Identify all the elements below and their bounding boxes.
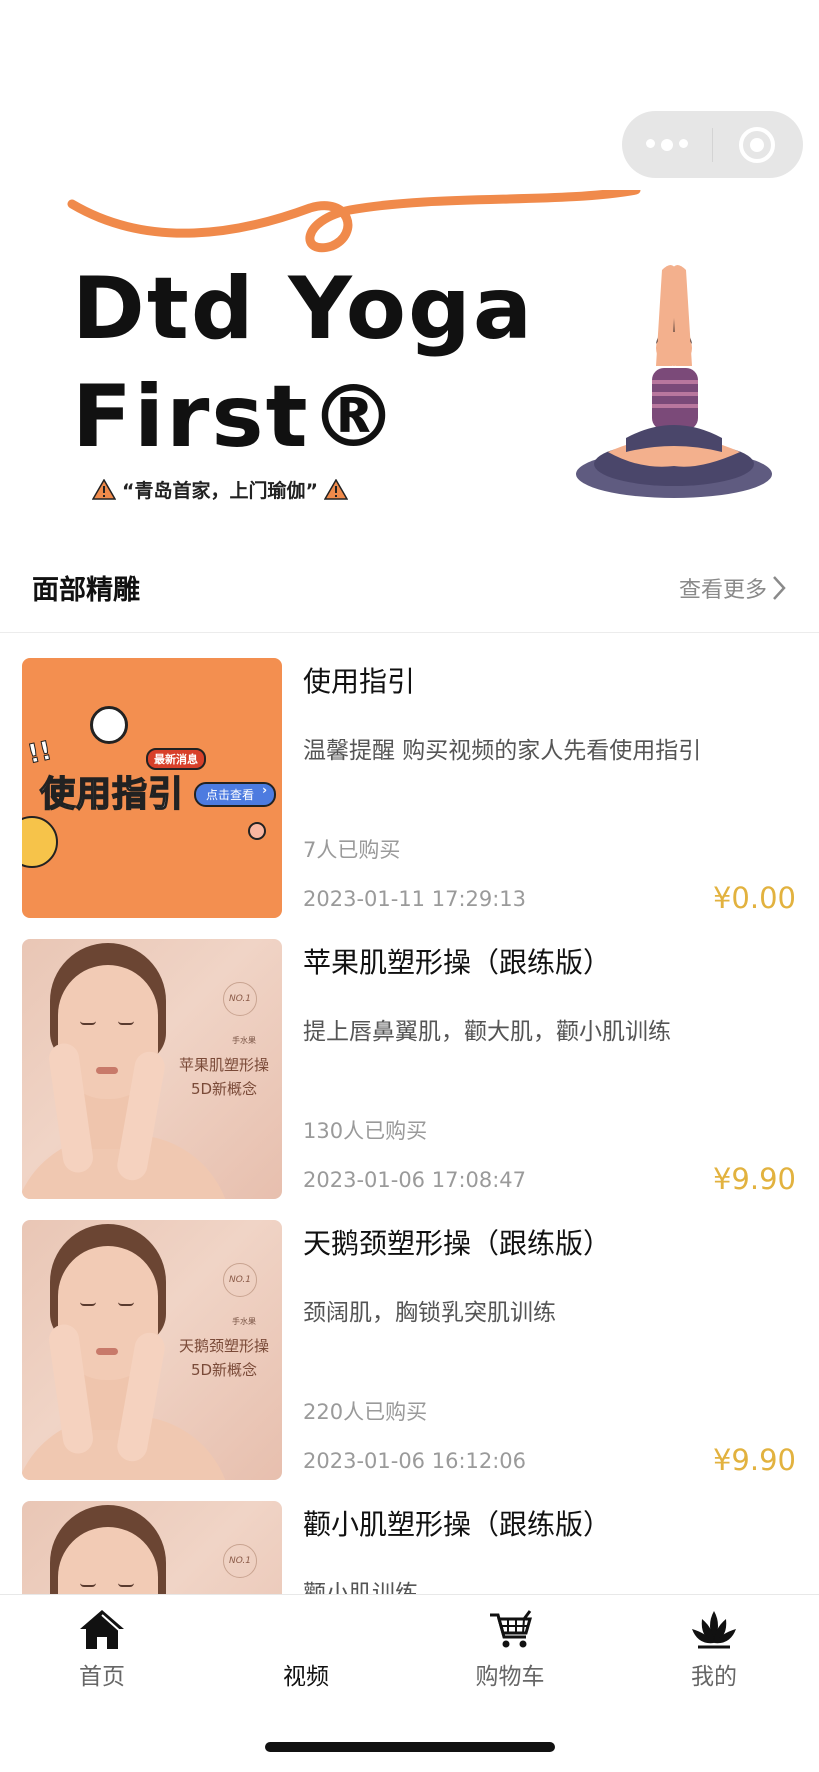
tab-label: 我的: [691, 1664, 737, 1690]
item-title: 苹果肌塑形操（跟练版）: [303, 946, 612, 979]
section-header: 面部精雕 查看更多: [0, 556, 819, 633]
item-price: ¥9.90: [712, 1162, 796, 1196]
brand-name-line2: First®: [72, 367, 400, 467]
yoga-figure-illustration: [576, 265, 772, 498]
item-description: 提上唇鼻翼肌，颧大肌，颧小肌训练: [303, 1019, 671, 1045]
thumb-rank-badge: NO.1: [223, 1263, 257, 1297]
tab-cart[interactable]: 购物车: [408, 1607, 612, 1691]
item-price: ¥9.90: [712, 1443, 796, 1477]
item-price: ¥0.00: [712, 881, 796, 915]
video-list: !! 最新消息 使用指引 点击查看 使用指引 温馨提醒 购买视频的家人先看使用指…: [0, 634, 819, 1594]
item-thumbnail[interactable]: NO.1: [22, 1501, 282, 1594]
list-item[interactable]: NO.1 手水果 天鹅颈塑形操 5D新概念 天鹅颈塑形操（跟练版） 颈阔肌，胸锁…: [0, 1196, 819, 1480]
thumb-caption-line2: 5D新概念: [190, 1361, 258, 1379]
face-thumbnail-art: NO.1 手水果 天鹅颈塑形操 5D新概念: [22, 1220, 282, 1480]
capsule-divider: [712, 127, 713, 162]
thumb-small-text: 手水果: [232, 1317, 256, 1326]
thumb-rank-badge: NO.1: [223, 982, 257, 1016]
home-icon: [80, 1610, 124, 1649]
thumb-caption-line1: 苹果肌塑形操: [178, 1056, 269, 1074]
thumb-caption-line1: 天鹅颈塑形操: [178, 1337, 269, 1355]
item-thumbnail[interactable]: !! 最新消息 使用指引 点击查看: [22, 658, 282, 918]
tab-profile[interactable]: 我的: [612, 1607, 816, 1691]
list-item[interactable]: NO.1 手水果 苹果肌塑形操 5D新概念 苹果肌塑形操（跟练版） 提上唇鼻翼肌…: [0, 915, 819, 1199]
list-item[interactable]: !! 最新消息 使用指引 点击查看 使用指引 温馨提醒 购买视频的家人先看使用指…: [0, 634, 819, 918]
cart-icon: [490, 1610, 532, 1648]
item-thumbnail[interactable]: NO.1 手水果 苹果肌塑形操 5D新概念: [22, 939, 282, 1199]
brand-tagline: “青岛首家，上门瑜伽”: [92, 476, 348, 503]
tab-home[interactable]: 首页: [0, 1607, 204, 1691]
item-timestamp: 2023-01-06 16:12:06: [303, 1449, 527, 1473]
view-more-label: 查看更多: [678, 578, 767, 603]
thumb-rank-badge: NO.1: [223, 1544, 257, 1578]
item-title: 天鹅颈塑形操（跟练版）: [303, 1227, 612, 1260]
brand-banner: Dtd Yoga First® “青岛首家，上门瑜伽”: [0, 190, 819, 530]
more-dots-icon[interactable]: [622, 138, 712, 151]
item-title: 使用指引: [303, 665, 416, 698]
tab-video[interactable]: 视频: [204, 1607, 408, 1691]
thumb-caption-line2: 5D新概念: [190, 1080, 258, 1098]
item-timestamp: 2023-01-11 17:29:13: [303, 887, 527, 911]
home-indicator: [265, 1742, 555, 1752]
thumb-check-tag: 点击查看: [194, 782, 277, 807]
target-circle-icon[interactable]: [739, 126, 775, 163]
thumb-caption: 苹果肌塑形操 5D新概念: [169, 1053, 279, 1101]
tagline-text: “青岛首家，上门瑜伽”: [122, 480, 318, 502]
warning-icon: [92, 479, 116, 500]
item-description: 颧小肌训练: [303, 1581, 418, 1594]
tab-label: 购物车: [475, 1664, 545, 1690]
thumb-guide-title: 使用指引: [39, 774, 185, 816]
lotus-icon: [692, 1611, 736, 1649]
tab-label: 视频: [283, 1664, 329, 1690]
view-more-link[interactable]: 查看更多: [679, 572, 787, 604]
guide-thumbnail-art: !! 最新消息 使用指引 点击查看: [22, 658, 282, 918]
face-thumbnail-art: NO.1: [22, 1501, 282, 1594]
item-sold-count: 130人已购买: [303, 1119, 428, 1143]
item-timestamp: 2023-01-06 17:08:47: [303, 1168, 527, 1192]
item-description: 温馨提醒 购买视频的家人先看使用指引: [303, 738, 702, 764]
chevron-right-icon: [773, 576, 786, 600]
tab-label: 首页: [79, 1664, 125, 1690]
capsule-menu: [622, 111, 803, 178]
swoosh-decoration: [67, 190, 641, 253]
thumb-small-text: 手水果: [232, 1036, 256, 1045]
section-title: 面部精雕: [32, 575, 140, 606]
face-thumbnail-art: NO.1 手水果 苹果肌塑形操 5D新概念: [22, 939, 282, 1199]
warning-icon: [323, 479, 348, 500]
item-sold-count: 7人已购买: [303, 838, 401, 862]
list-item[interactable]: NO.1 颧小肌塑形操（跟练版） 颧小肌训练: [0, 1477, 819, 1594]
video-icon: [282, 1607, 330, 1651]
thumb-caption: 天鹅颈塑形操 5D新概念: [169, 1334, 279, 1382]
item-thumbnail[interactable]: NO.1 手水果 天鹅颈塑形操 5D新概念: [22, 1220, 282, 1480]
item-title: 颧小肌塑形操（跟练版）: [303, 1508, 612, 1541]
thumb-exclaim: !!: [25, 735, 55, 771]
item-description: 颈阔肌，胸锁乳突肌训练: [303, 1300, 556, 1326]
brand-name-line1: Dtd Yoga: [72, 259, 535, 359]
item-sold-count: 220人已购买: [303, 1400, 428, 1424]
